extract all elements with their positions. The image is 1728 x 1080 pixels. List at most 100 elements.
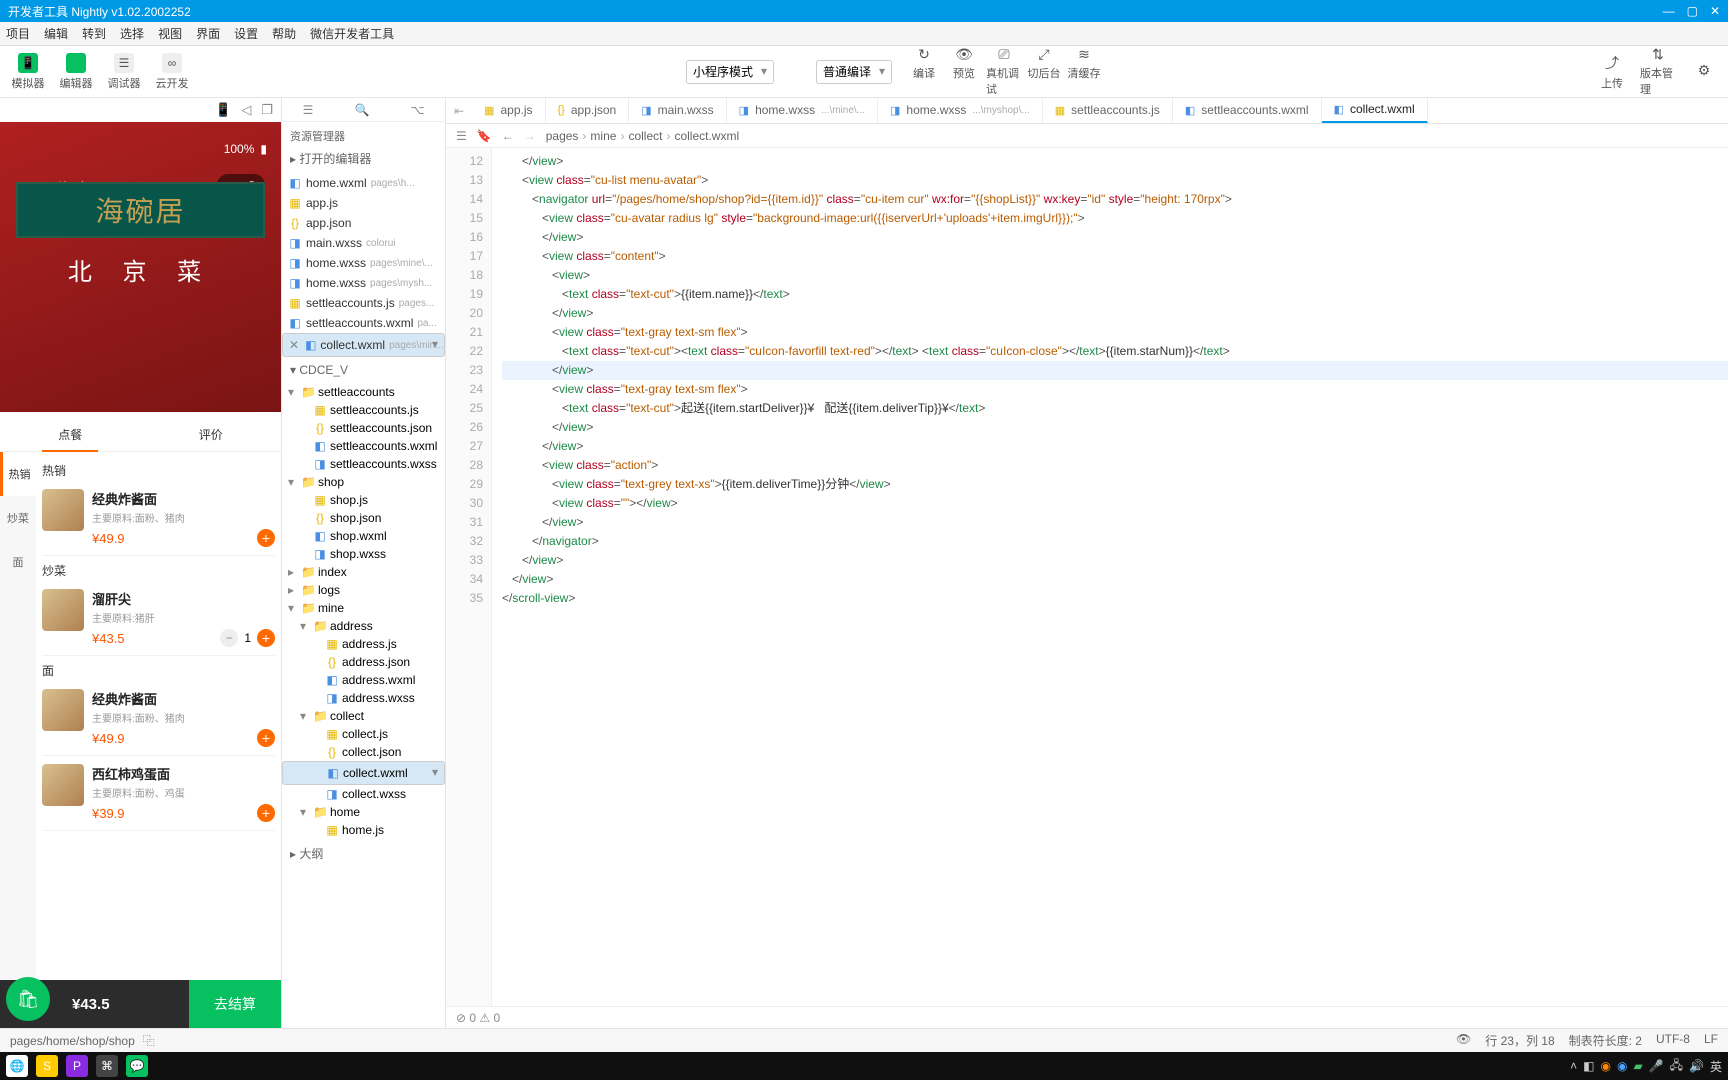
- upload-button[interactable]: ⤴上传: [1594, 53, 1630, 91]
- tray-up-icon[interactable]: ˄: [1570, 1059, 1577, 1073]
- open-editor-item[interactable]: ◧home.wxml pages\h...: [282, 173, 445, 193]
- open-editor-item[interactable]: ◨home.wxss pages\mine\...: [282, 253, 445, 273]
- plus-button[interactable]: +: [257, 529, 275, 547]
- tree-file[interactable]: ◧address.wxml: [282, 671, 445, 689]
- cloud-button[interactable]: ∞云开发: [150, 49, 194, 95]
- open-editor-item[interactable]: ▦settleaccounts.js pages...: [282, 293, 445, 313]
- project-root[interactable]: ▾ CDCE_V: [290, 363, 348, 377]
- phpstorm-icon[interactable]: P: [66, 1055, 88, 1077]
- tree-file[interactable]: ▦home.js: [282, 821, 445, 839]
- editor-tab[interactable]: ◨main.wxss: [629, 98, 726, 123]
- editor-tab[interactable]: ◧settleaccounts.wxml: [1173, 98, 1322, 123]
- tree-folder[interactable]: ▸📁logs: [282, 581, 445, 599]
- tree-file[interactable]: ◧settleaccounts.wxml: [282, 437, 445, 455]
- open-editor-item[interactable]: {}app.json: [282, 213, 445, 233]
- cursor-position[interactable]: 行 23，列 18: [1485, 1032, 1554, 1049]
- tree-folder[interactable]: ▾📁address: [282, 617, 445, 635]
- tray-mic-icon[interactable]: 🎤: [1649, 1059, 1664, 1073]
- tray-shield-icon[interactable]: ▰: [1633, 1059, 1642, 1073]
- ime-indicator[interactable]: 英: [1710, 1058, 1722, 1075]
- plus-button[interactable]: +: [257, 729, 275, 747]
- tree-folder[interactable]: ▾📁shop: [282, 473, 445, 491]
- compile-button[interactable]: ↻编译: [906, 46, 942, 97]
- phone-preview[interactable]: 100%▮ 海碗居 ⋯◎ 海碗居 北 京 菜: [0, 122, 281, 412]
- line-ending[interactable]: LF: [1704, 1032, 1718, 1049]
- debugger-button[interactable]: ☰调试器: [102, 49, 146, 95]
- search-icon[interactable]: 🔍: [354, 103, 369, 117]
- tree-file[interactable]: ▦collect.js: [282, 725, 445, 743]
- tree-file[interactable]: {}settleaccounts.json: [282, 419, 445, 437]
- menu-item[interactable]: 设置: [234, 25, 258, 42]
- editor-tab[interactable]: ▦app.js: [472, 98, 545, 123]
- menu-item[interactable]: 转到: [82, 25, 106, 42]
- editor-button[interactable]: 编辑器: [54, 49, 98, 95]
- editor-tab[interactable]: {}app.json: [546, 98, 630, 123]
- preview-button[interactable]: 👁预览: [946, 46, 982, 97]
- editor-tab[interactable]: ▦settleaccounts.js: [1043, 98, 1173, 123]
- menu-item[interactable]: 视图: [158, 25, 182, 42]
- minus-button[interactable]: −: [220, 629, 238, 647]
- tree-folder[interactable]: ▾📁mine: [282, 599, 445, 617]
- tree-file[interactable]: {}address.json: [282, 653, 445, 671]
- wechat-icon[interactable]: 💬: [126, 1055, 148, 1077]
- remote-button[interactable]: ⎚真机调试: [986, 46, 1022, 97]
- open-editor-item[interactable]: ✕◧collect.wxml pages\min...: [282, 333, 445, 357]
- code-editor[interactable]: 1213141516171819202122232425262728293031…: [446, 148, 1728, 1006]
- plus-button[interactable]: +: [257, 804, 275, 822]
- tree-folder[interactable]: ▾📁collect: [282, 707, 445, 725]
- plus-button[interactable]: +: [257, 629, 275, 647]
- tree-file[interactable]: ◧shop.wxml: [282, 527, 445, 545]
- window-close-icon[interactable]: ✕: [1710, 4, 1720, 18]
- back-icon[interactable]: ◁: [241, 102, 251, 118]
- tab-size[interactable]: 制表符长度: 2: [1569, 1032, 1642, 1049]
- tree-file[interactable]: ◨shop.wxss: [282, 545, 445, 563]
- device-icon[interactable]: 📱: [215, 102, 231, 118]
- editor-tab[interactable]: ◨home.wxss...\mine\...: [727, 98, 878, 123]
- list-view-icon[interactable]: ☰: [456, 129, 467, 143]
- tree-folder[interactable]: ▾📁settleaccounts: [282, 383, 445, 401]
- category-item[interactable]: 炒菜: [0, 496, 36, 540]
- category-item[interactable]: 热销: [0, 452, 36, 496]
- simulator-button[interactable]: 📱模拟器: [6, 49, 50, 95]
- tree-file[interactable]: {}shop.json: [282, 509, 445, 527]
- editor-tab[interactable]: ◨home.wxss...\myshop\...: [878, 98, 1043, 123]
- nav-back-icon[interactable]: ←: [502, 129, 514, 143]
- cart-icon[interactable]: 🛍: [6, 977, 50, 1021]
- tree-file[interactable]: ▦address.js: [282, 635, 445, 653]
- nav-fwd-icon[interactable]: →: [524, 129, 536, 143]
- tree-file[interactable]: ▦shop.js: [282, 491, 445, 509]
- menu-item[interactable]: 选择: [120, 25, 144, 42]
- tray-network-icon[interactable]: 🖧: [1670, 1056, 1683, 1077]
- tree-folder[interactable]: ▾📁home: [282, 803, 445, 821]
- category-item[interactable]: 面: [0, 540, 36, 584]
- checkout-button[interactable]: 去结算: [189, 980, 281, 1028]
- branch-icon[interactable]: ⌥: [411, 103, 425, 117]
- tree-file[interactable]: ◧collect.wxml: [282, 761, 445, 785]
- menu-item[interactable]: 微信开发者工具: [310, 25, 394, 42]
- breadcrumb[interactable]: pages›mine›collect›collect.wxml: [546, 129, 739, 143]
- tree-file[interactable]: {}collect.json: [282, 743, 445, 761]
- menu-item[interactable]: 帮助: [272, 25, 296, 42]
- details-button[interactable]: ⚙: [1686, 62, 1722, 81]
- tray-app2-icon[interactable]: ◉: [1600, 1059, 1610, 1073]
- open-editor-item[interactable]: ◨home.wxss pages\mysh...: [282, 273, 445, 293]
- menu-item[interactable]: 界面: [196, 25, 220, 42]
- window-maximize-icon[interactable]: ▢: [1687, 4, 1698, 18]
- open-editor-item[interactable]: ◧settleaccounts.wxml pa...: [282, 313, 445, 333]
- chrome-icon[interactable]: 🌐: [6, 1055, 28, 1077]
- encoding[interactable]: UTF-8: [1656, 1032, 1690, 1049]
- tab-order[interactable]: 点餐: [0, 418, 141, 451]
- menu-item[interactable]: 项目: [6, 25, 30, 42]
- open-editor-item[interactable]: ◨main.wxss colorui: [282, 233, 445, 253]
- background-button[interactable]: ⤢切后台: [1026, 46, 1062, 97]
- tree-file[interactable]: ▦settleaccounts.js: [282, 401, 445, 419]
- compile-select[interactable]: 普通编译: [816, 60, 892, 84]
- tray-app1-icon[interactable]: ◧: [1583, 1059, 1594, 1073]
- tab-review[interactable]: 评价: [141, 418, 282, 451]
- tree-file[interactable]: ◨settleaccounts.wxss: [282, 455, 445, 473]
- eye-icon[interactable]: 👁: [1456, 1032, 1471, 1049]
- panel-collapse-icon[interactable]: ⇤: [446, 104, 472, 118]
- sublime-icon[interactable]: S: [36, 1055, 58, 1077]
- editor-tab[interactable]: ◧collect.wxml: [1322, 98, 1428, 123]
- copy-icon[interactable]: ⿻: [143, 1032, 155, 1049]
